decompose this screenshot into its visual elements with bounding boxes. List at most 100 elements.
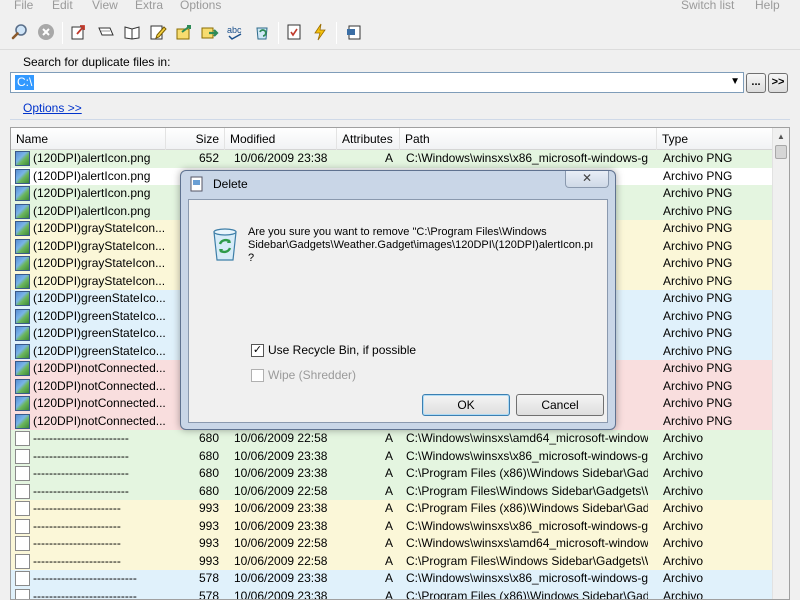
column-header-path[interactable]: Path xyxy=(400,128,657,150)
file-icon xyxy=(15,448,30,464)
use-recycle-bin-checkbox[interactable]: ✓ xyxy=(251,344,264,357)
table-row[interactable]: ------------------------ 680 10/06/2009 23… xyxy=(11,447,773,465)
type-cell: Archivo xyxy=(663,536,704,550)
table-row[interactable]: ------------------------ 680 10/06/2009 22… xyxy=(11,482,773,500)
column-header-size[interactable]: Size xyxy=(166,128,225,150)
menu-options[interactable]: Options xyxy=(180,0,221,12)
grid-header: Name Size Modified Attributes Path Type xyxy=(11,128,773,150)
path-cell: C:\Program Files (x86)\Windows Sidebar\G… xyxy=(406,466,648,480)
image-file-icon xyxy=(15,256,30,271)
use-recycle-bin-label[interactable]: Use Recycle Bin, if possible xyxy=(268,343,416,357)
menu-help[interactable]: Help xyxy=(755,0,780,12)
type-cell: Archivo xyxy=(663,588,704,600)
dialog-message: Are you sure you want to remove "C:\Prog… xyxy=(248,226,594,264)
table-row[interactable]: -------------------------- 578 10/06/2009 … xyxy=(11,570,773,588)
menu-switch-list[interactable]: Switch list xyxy=(681,0,734,12)
spell-icon[interactable]: abc xyxy=(226,22,246,42)
options-link[interactable]: Options >> xyxy=(23,101,82,115)
more-button[interactable]: >> xyxy=(768,73,788,93)
search-path-combo[interactable]: C:\ ▼ xyxy=(10,72,744,93)
table-row[interactable]: ------------------------ 680 10/06/2009 22… xyxy=(11,430,773,448)
table-row[interactable]: ---------------------- 993 10/06/2009 23:3… xyxy=(11,500,773,518)
rename-icon[interactable] xyxy=(96,22,116,42)
wipe-shredder-checkbox[interactable] xyxy=(251,369,264,382)
image-file-icon xyxy=(15,361,30,376)
path-cell: C:\Windows\winsxs\x86_microsoft-windows-… xyxy=(406,151,648,165)
file-name-cell: -------------------------- xyxy=(33,571,137,585)
menu-file[interactable]: File xyxy=(14,0,33,12)
table-row[interactable]: ---------------------- 993 10/06/2009 22:5… xyxy=(11,552,773,570)
table-row[interactable]: ---------------------- 993 10/06/2009 22:5… xyxy=(11,535,773,553)
type-cell: Archivo PNG xyxy=(663,221,733,235)
table-row[interactable]: (120DPI)alertIcon.png 652 10/06/2009 23:38… xyxy=(11,150,773,168)
ok-button[interactable]: OK xyxy=(422,394,510,416)
window-icon xyxy=(189,176,205,192)
file-size-cell: 578 xyxy=(198,588,219,600)
menu-edit[interactable]: Edit xyxy=(52,0,73,12)
file-icon xyxy=(15,553,30,569)
modified-date-cell: 10/06/2009 22:58 xyxy=(234,553,328,568)
menu-extra[interactable]: Extra xyxy=(135,0,163,12)
recycle-icon[interactable] xyxy=(252,22,272,42)
attributes-cell: A xyxy=(384,448,393,463)
type-cell: Archivo xyxy=(663,571,704,585)
forward-icon[interactable] xyxy=(200,22,220,42)
attributes-cell: A xyxy=(384,588,393,600)
path-cell: C:\Windows\winsxs\amd64_microsoft-window… xyxy=(406,536,648,550)
edit-icon[interactable] xyxy=(148,22,168,42)
file-name-cell: -------------------------- xyxy=(33,588,137,600)
image-file-icon xyxy=(15,378,30,394)
stop-icon[interactable] xyxy=(36,22,56,42)
modified-date-cell: 10/06/2009 23:38 xyxy=(234,588,328,600)
modified-date-cell: 10/06/2009 22:58 xyxy=(234,536,328,550)
file-icon xyxy=(15,518,30,534)
type-cell: Archivo PNG xyxy=(663,396,733,410)
column-header-name[interactable]: Name xyxy=(11,128,166,150)
search-icon[interactable] xyxy=(10,22,30,42)
file-size-cell: 993 xyxy=(198,518,219,533)
vertical-scrollbar[interactable]: ▲ xyxy=(772,128,789,599)
open-book-icon[interactable] xyxy=(122,22,142,42)
open-external-icon[interactable] xyxy=(68,22,88,42)
file-size-cell: 680 xyxy=(198,431,219,445)
file-name-cell: (120DPI)grayStateIcon... xyxy=(33,238,166,253)
export-icon[interactable] xyxy=(344,22,364,42)
type-cell: Archivo PNG xyxy=(663,238,733,253)
table-row[interactable]: -------------------------- 578 10/06/2009 … xyxy=(11,587,773,600)
table-row[interactable]: ------------------------ 680 10/06/2009 23… xyxy=(11,465,773,483)
type-cell: Archivo xyxy=(663,501,704,515)
file-name-cell: (120DPI)greenStateIco... xyxy=(33,291,166,305)
file-size-cell: 680 xyxy=(198,483,219,498)
modified-date-cell: 10/06/2009 22:58 xyxy=(234,431,328,445)
dropdown-arrow-icon[interactable]: ▼ xyxy=(730,76,740,87)
checklist-icon[interactable] xyxy=(284,22,304,42)
wipe-shredder-label[interactable]: Wipe (Shredder) xyxy=(268,368,356,382)
close-icon[interactable]: ✕ xyxy=(565,171,609,188)
path-cell: C:\Windows\winsxs\amd64_microsoft-window… xyxy=(406,431,648,445)
column-header-modified[interactable]: Modified xyxy=(225,128,337,150)
move-icon[interactable] xyxy=(174,22,194,42)
image-file-icon xyxy=(15,291,30,306)
image-file-icon xyxy=(15,343,30,359)
menu-view[interactable]: View xyxy=(92,0,118,12)
type-cell: Archivo PNG xyxy=(663,273,733,288)
search-path-value[interactable]: C:\ xyxy=(15,75,35,90)
column-header-type[interactable]: Type xyxy=(657,128,773,150)
table-row[interactable]: ---------------------- 993 10/06/2009 23:3… xyxy=(11,517,773,535)
scroll-thumb[interactable] xyxy=(775,145,787,159)
toolbar-separator xyxy=(278,22,279,44)
scroll-up-icon[interactable]: ▲ xyxy=(773,128,789,145)
browse-button[interactable]: ... xyxy=(746,73,766,93)
image-file-icon xyxy=(15,238,30,254)
lightning-icon[interactable] xyxy=(310,22,330,42)
toolbar: abc xyxy=(0,14,800,50)
column-header-attributes[interactable]: Attributes xyxy=(337,128,400,150)
file-size-cell: 652 xyxy=(198,151,219,165)
modified-date-cell: 10/06/2009 23:38 xyxy=(234,501,328,515)
cancel-button[interactable]: Cancel xyxy=(516,394,604,416)
path-cell: C:\Program Files\Windows Sidebar\Gadgets… xyxy=(406,553,648,568)
type-cell: Archivo PNG xyxy=(663,308,733,323)
image-file-icon xyxy=(15,273,30,289)
image-file-icon xyxy=(15,203,30,219)
image-file-icon xyxy=(15,413,30,429)
